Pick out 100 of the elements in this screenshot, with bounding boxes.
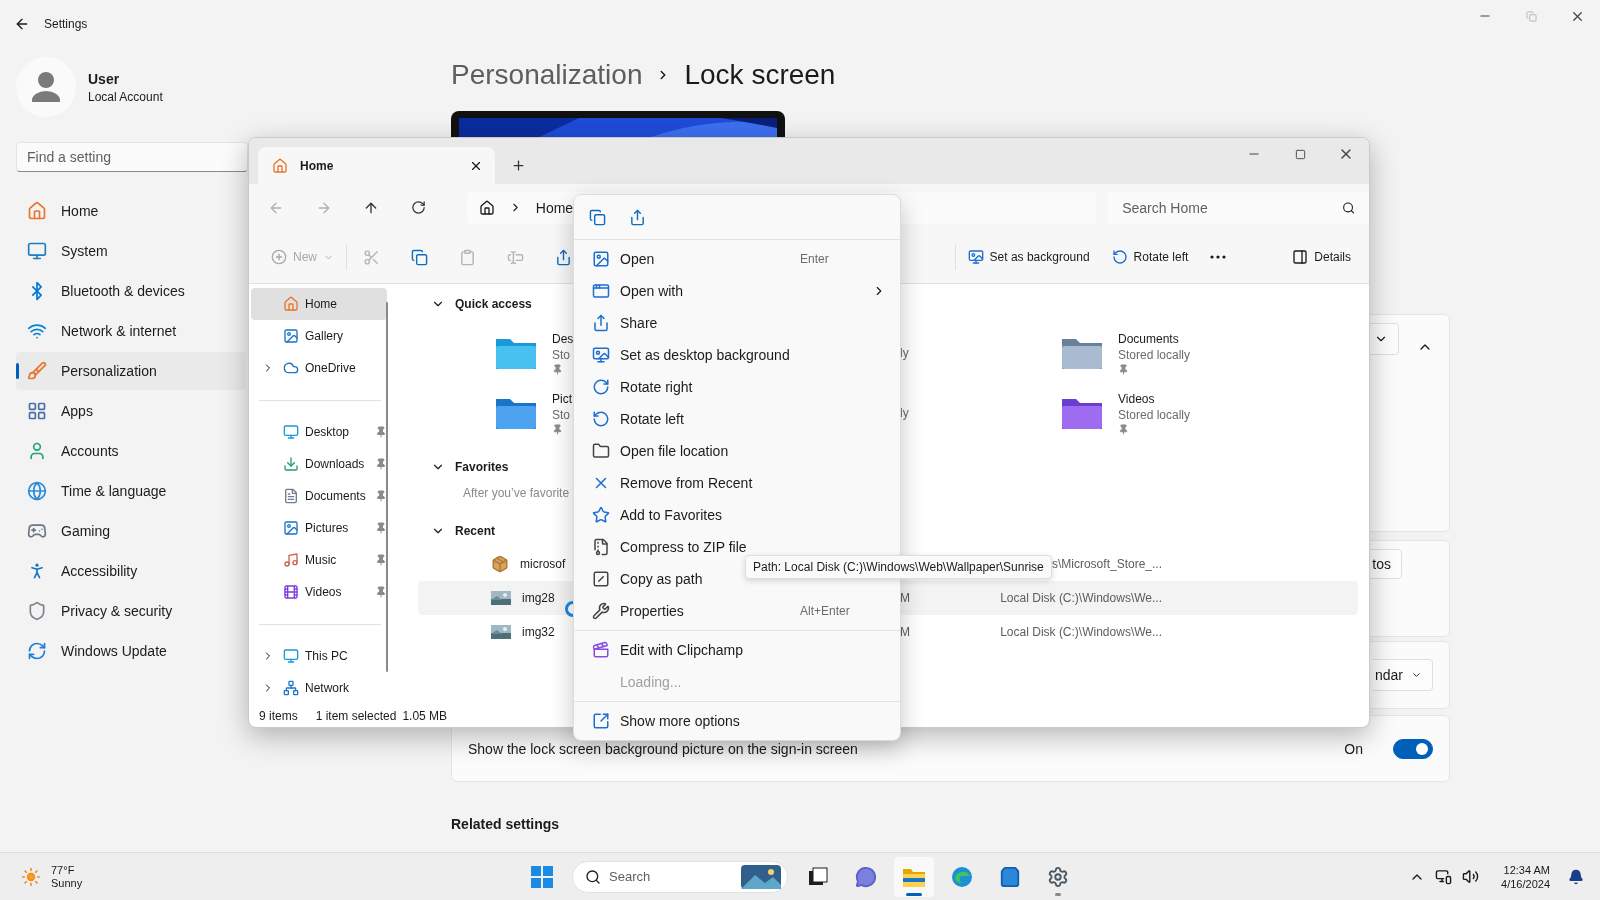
nav-item[interactable]: Downloads xyxy=(251,448,387,480)
menu-item[interactable]: Rotate left xyxy=(578,403,896,435)
monitor-icon xyxy=(27,241,47,261)
nav-item[interactable]: Desktop xyxy=(251,416,387,448)
nav-item[interactable]: Home xyxy=(251,288,387,320)
menu-item[interactable]: Open file location xyxy=(578,435,896,467)
file-name: microsof xyxy=(520,557,566,571)
file-name: img28 xyxy=(522,591,555,605)
maximize-icon xyxy=(1294,148,1306,160)
nav-item[interactable]: Home xyxy=(16,192,246,230)
music-note-icon xyxy=(283,552,299,568)
folder-name[interactable]: Documents xyxy=(1118,331,1191,346)
refresh-icon xyxy=(27,641,47,661)
nav-item[interactable]: System xyxy=(16,232,246,270)
file-location: Local Disk (C:)\Windows\We... xyxy=(999,625,1162,639)
menu-item[interactable]: Set as desktop background xyxy=(578,339,896,371)
windows-logo xyxy=(531,865,553,888)
dropdown[interactable]: ndar xyxy=(1373,659,1433,691)
home-icon xyxy=(27,201,47,221)
nav-item[interactable]: Pictures xyxy=(251,512,387,544)
external-link-icon xyxy=(592,712,610,730)
section-heading: Recent xyxy=(455,524,495,538)
network-icon[interactable] xyxy=(1435,868,1453,885)
nav-item[interactable]: Accounts xyxy=(16,432,246,470)
clapperboard-icon xyxy=(592,641,610,659)
toggle-switch[interactable] xyxy=(1393,738,1433,759)
search-field[interactable]: Search xyxy=(609,869,733,884)
folder-name[interactable]: Videos xyxy=(1118,391,1191,406)
breadcrumb-link[interactable]: Personalization xyxy=(451,59,643,91)
menu-item[interactable]: Share xyxy=(578,307,896,339)
nav-item[interactable]: Apps xyxy=(16,392,246,430)
nav-item[interactable]: Windows Update xyxy=(16,632,246,670)
nav-item[interactable]: Accessibility xyxy=(16,552,246,590)
menu-item[interactable]: Edit with Clipchamp xyxy=(578,634,896,666)
search-field[interactable]: Search Home xyxy=(1122,199,1342,216)
folder-detail: Stored locally xyxy=(1118,347,1191,362)
notification-icon[interactable] xyxy=(1568,868,1584,885)
clock-date: 4/16/2024 xyxy=(1501,877,1550,890)
nav-item[interactable]: Gaming xyxy=(16,512,246,550)
film-icon xyxy=(283,584,299,600)
file-name: img32 xyxy=(522,625,555,639)
tab[interactable]: Home xyxy=(258,147,495,184)
section-heading: Favorites xyxy=(455,460,509,474)
volume-icon[interactable] xyxy=(1462,868,1480,885)
nav-item[interactable]: Music xyxy=(251,544,387,576)
nav-item[interactable]: Documents xyxy=(251,480,387,512)
network-icon xyxy=(283,680,299,696)
details-button[interactable]: Details xyxy=(1288,241,1355,273)
more-icon xyxy=(1210,255,1227,259)
toggle-state: On xyxy=(1344,740,1363,757)
nav-item[interactable]: Bluetooth & devices xyxy=(16,272,246,310)
globe-icon xyxy=(27,481,47,501)
nav-item[interactable]: Personalization xyxy=(16,352,246,390)
menu-item[interactable]: Open Enter xyxy=(578,243,896,275)
folder-detail: Sto xyxy=(552,407,571,422)
app-window-icon xyxy=(592,282,610,300)
nav-item[interactable]: Privacy & security xyxy=(16,592,246,630)
app-grid-icon xyxy=(27,401,47,421)
window-title: Settings xyxy=(44,17,88,31)
section-heading: Quick access xyxy=(455,297,532,311)
clock-time: 12:34 AM xyxy=(1503,863,1550,876)
nav-item[interactable]: Time & language xyxy=(16,472,246,510)
setting-label: Show the lock screen background picture on the sign-in screen xyxy=(468,740,858,757)
file-date: M xyxy=(900,591,911,605)
person-icon xyxy=(27,441,47,461)
search-field[interactable]: Find a setting xyxy=(27,149,247,165)
folder-name[interactable]: Pict xyxy=(552,391,572,406)
search-icon xyxy=(585,868,601,885)
menu-item[interactable]: Rotate right xyxy=(578,371,896,403)
package-icon xyxy=(491,555,509,573)
nav-item[interactable]: Network & internet xyxy=(16,312,246,350)
share-icon xyxy=(628,208,646,226)
folder-name[interactable]: Des xyxy=(552,331,574,346)
menu-item[interactable]: Remove from Recent xyxy=(578,467,896,499)
star-icon xyxy=(592,506,610,524)
nav-item[interactable]: OneDrive xyxy=(251,352,387,384)
nav-item[interactable]: Gallery xyxy=(251,320,387,352)
nav-item[interactable]: Network xyxy=(251,672,387,704)
toolbar-button[interactable]: Rotate left xyxy=(1107,241,1193,273)
user-name: User xyxy=(88,70,121,87)
menu-item[interactable]: Open with xyxy=(578,275,896,307)
rotate-left-icon xyxy=(592,410,610,428)
search-box[interactable]: Find a setting xyxy=(16,142,248,172)
search-box[interactable]: Search Home xyxy=(1108,191,1369,224)
plus-circle-icon xyxy=(271,249,287,265)
menu-item[interactable]: Add to Favorites xyxy=(578,499,896,531)
nav-item[interactable]: This PC xyxy=(251,640,387,672)
file-date: M xyxy=(900,625,911,639)
menu-item[interactable]: Properties Alt+Enter xyxy=(578,595,896,627)
picture-frame-icon xyxy=(283,328,299,344)
download-icon xyxy=(283,456,299,472)
nav-item[interactable]: Videos xyxy=(251,576,387,608)
toolbar-button[interactable]: Set as background xyxy=(963,241,1094,273)
selection-size: 1.05 MB xyxy=(402,709,448,723)
search-box[interactable]: Search xyxy=(572,860,788,893)
folder-detail: ly xyxy=(900,346,909,360)
menu-item[interactable]: Show more options xyxy=(578,705,896,737)
address-segment[interactable]: Home xyxy=(535,199,574,216)
share-icon xyxy=(592,314,610,332)
home-icon xyxy=(283,296,299,312)
